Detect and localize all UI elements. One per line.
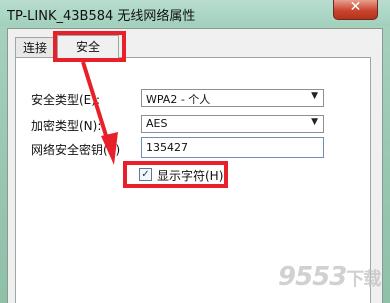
watermark-logo: 9553下载 [278, 262, 381, 292]
pointer-arrow-icon [81, 61, 118, 165]
watermark-suffix: 下载 [346, 269, 381, 290]
watermark-text: 9553 [278, 262, 347, 292]
